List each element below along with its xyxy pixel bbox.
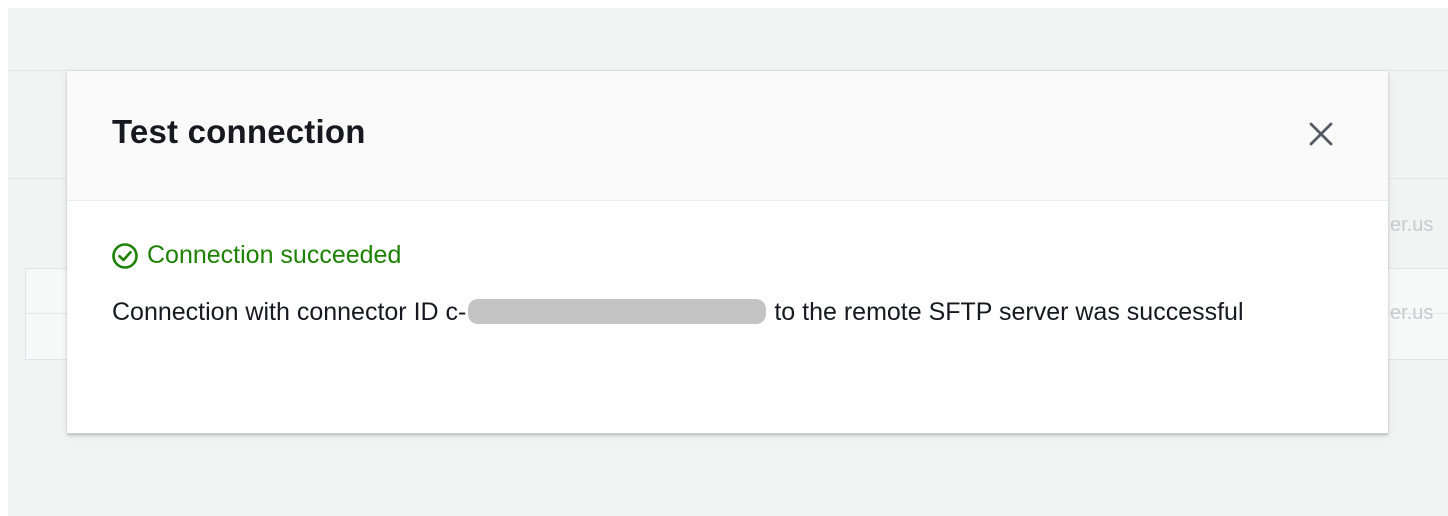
message-prefix: Connection with connector ID c- <box>112 298 467 326</box>
background-cell-text: er.us <box>1390 214 1434 236</box>
connection-message: Connection with connector ID c-to the re… <box>112 295 1332 329</box>
page: er.us er.us Test connection Connection s… <box>0 0 1448 516</box>
status-text: Connection succeeded <box>147 241 402 269</box>
background-cell-text: er.us <box>1390 302 1434 324</box>
status-line: Connection succeeded <box>111 241 401 270</box>
modal-title: Test connection <box>112 113 366 150</box>
redacted-connector-id <box>468 299 767 324</box>
close-icon <box>1309 122 1333 146</box>
message-suffix: to the remote SFTP server was successful <box>774 298 1244 326</box>
close-button[interactable] <box>1303 116 1339 152</box>
test-connection-modal: Test connection Connection succeeded Con… <box>67 71 1388 434</box>
modal-header: Test connection <box>67 71 1388 201</box>
check-circle-icon <box>112 242 138 269</box>
